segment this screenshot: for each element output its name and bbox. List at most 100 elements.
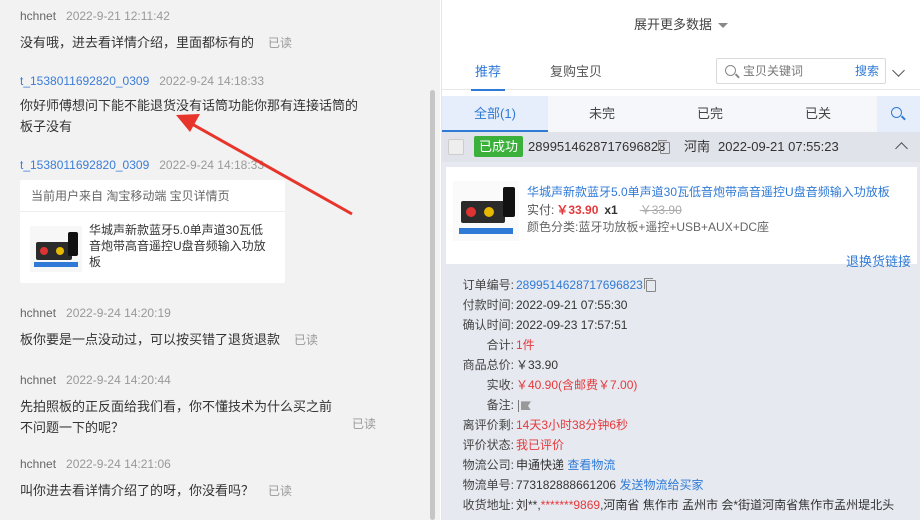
product-price: ￥33.90 [556, 203, 599, 217]
message-time: 2022-9-24 14:18:33 [159, 158, 265, 172]
detail-row: 物流公司: 申通快递 查看物流 [454, 455, 914, 475]
chat-message: t_1538011692820_0309 2022-9-24 14:18:33 [20, 157, 420, 173]
sender-name: hchnet [20, 457, 57, 471]
order-panel: 展开更多数据 推荐 复购宝贝 搜索 全部(1) 未完 已完 已关 已成功 289… [441, 0, 920, 520]
subtab-unfinished[interactable]: 未完 [548, 96, 656, 132]
order-details: 订单编号: 2899514628717696823 付款时间: 2022-09-21… [454, 275, 914, 515]
order-search-button[interactable] [877, 96, 920, 132]
read-status: 已读 [294, 333, 319, 347]
expand-label: 展开更多数据 [633, 17, 712, 32]
search-icon [891, 107, 902, 118]
message-text: 没有哦，进去看详情介绍，里面都标有的 [20, 35, 255, 50]
tab-repurchase[interactable]: 复购宝贝 [550, 54, 602, 90]
sender-name[interactable]: t_1538011692820_0309 [20, 158, 149, 172]
detail-row: 物流单号: 773182888661206 发送物流给买家 [454, 475, 914, 495]
product-spec: 颜色分类:蓝牙功放板+遥控+USB+AUX+DC座 [527, 220, 770, 234]
chat-scrollbar[interactable] [430, 90, 435, 520]
amount-received: ￥40.90(含邮费￥7.00) [516, 378, 638, 392]
product-qty: x1 [604, 203, 618, 217]
product-share-card[interactable]: 当前用户来自 淘宝移动端 宝贝详情页 华城声新款蓝牙5.0单声道30瓦低音炮带高… [20, 180, 285, 283]
search-input[interactable] [743, 62, 823, 80]
search-button[interactable]: 搜索 [855, 59, 879, 83]
order-body: 华城声新款蓝牙5.0单声道30瓦低音炮带高音遥控U盘音频输入功放板 实付: ￥33… [442, 162, 920, 520]
product-image[interactable] [453, 181, 519, 241]
detail-row: 离评价剩: 14天3小时38分钟6秒 [454, 415, 914, 435]
read-status: 已读 [268, 484, 293, 498]
expand-more-button[interactable]: 展开更多数据 [442, 0, 920, 50]
refund-link[interactable]: 退换货链接 [846, 251, 911, 270]
copy-icon[interactable] [658, 140, 670, 154]
paid-label: 实付: [527, 203, 555, 217]
subtab-closed[interactable]: 已关 [764, 96, 872, 132]
product-item: 华城声新款蓝牙5.0单声道30瓦低音炮带高音遥控U盘音频输入功放板 实付: ￥33… [446, 167, 917, 269]
sender-name[interactable]: t_1538011692820_0309 [20, 74, 149, 88]
copy-icon[interactable] [644, 277, 657, 292]
message-text: 叫你进去看详情介绍了的呀，你没看吗？ [20, 483, 255, 498]
tab-recommend[interactable]: 推荐 [470, 54, 506, 91]
message-time: 2022-9-24 14:18:33 [159, 74, 265, 88]
order-filter-tabs: 全部(1) 未完 已完 已关 [442, 96, 920, 132]
detail-label: 确认时间: [462, 318, 514, 332]
detail-label: 实收: [486, 378, 514, 392]
order-checkbox[interactable] [448, 139, 464, 155]
logistics-company: 申通快递 [516, 458, 565, 472]
card-product-title: 华城声新款蓝牙5.0单声道30瓦低音炮带高音遥控U盘音频输入功放板 [89, 223, 266, 269]
detail-label: 离评价剩: [462, 418, 514, 432]
detail-row: 收货地址: 刘**,*******9869,河南省 焦作市 孟州市 会*街道河南省… [454, 495, 914, 515]
message-time: 2022-9-21 12:11:42 [66, 9, 170, 23]
review-countdown: 14天3小时38分钟6秒 [516, 418, 629, 432]
send-logistics-link[interactable]: 发送物流给买家 [619, 478, 703, 492]
detail-row: 备注: [454, 395, 914, 415]
product-thumbnail [30, 226, 82, 272]
detail-label: 评价状态: [462, 438, 514, 452]
order-number[interactable]: 2899514628717696823 [516, 278, 643, 292]
detail-row: 商品总价: ￥33.90 [454, 355, 914, 375]
message-text: 先拍照板的正反面给我们看，你不懂技术为什么买之前不问题一下的呢？ [20, 399, 333, 435]
detail-label: 收货地址: [462, 498, 514, 512]
detail-label: 合计: [486, 338, 514, 352]
subtab-finished[interactable]: 已完 [656, 96, 764, 132]
detail-label: 付款时间: [462, 298, 514, 312]
order-time: 2022-09-21 07:55:23 [718, 139, 839, 154]
detail-row: 评价状态: 我已评价 [454, 435, 914, 455]
order-header: 已成功 2899514628717696823 河南 2022-09-21 07… [442, 132, 920, 162]
message-time: 2022-9-24 14:20:19 [66, 306, 171, 320]
receiver-address: ,河南省 焦作市 孟州市 会*街道河南省焦作市孟州堤北头 [600, 498, 895, 512]
message-time: 2022-9-24 14:21:06 [66, 457, 171, 471]
chat-message: hchnet 2022-9-24 14:20:19 板你要是一点没动过，可以按买错… [20, 305, 420, 351]
card-source: 当前用户来自 淘宝移动端 宝贝详情页 [20, 180, 285, 212]
status-badge: 已成功 [474, 136, 524, 157]
chevron-up-icon[interactable] [895, 142, 908, 155]
detail-row: 订单编号: 2899514628717696823 [454, 275, 914, 295]
sender-name: hchnet [20, 373, 57, 387]
detail-row: 付款时间: 2022-09-21 07:55:30 [454, 295, 914, 315]
pay-time: 2022-09-21 07:55:30 [516, 298, 628, 312]
detail-label: 备注: [486, 398, 514, 412]
receiver-phone: *******9869 [540, 498, 601, 512]
detail-label: 商品总价: [462, 358, 514, 372]
order-id: 2899514628717696823 [528, 139, 666, 154]
goods-total: ￥33.90 [516, 358, 559, 372]
detail-row: 确认时间: 2022-09-23 17:57:51 [454, 315, 914, 335]
chat-message: t_1538011692820_0309 2022-9-24 14:18:33 你… [20, 73, 420, 137]
subtab-all[interactable]: 全部(1) [442, 96, 548, 132]
chat-message: hchnet 2022-9-24 14:21:06 叫你进去看详情介绍了的呀，你没… [20, 456, 420, 502]
order-region: 河南 [684, 139, 711, 154]
product-title-link[interactable]: 华城声新款蓝牙5.0单声道30瓦低音炮带高音遥控U盘音频输入功放板 [527, 183, 890, 200]
chat-message: hchnet 2022-9-21 12:11:42 没有哦，进去看详情介绍，里面都… [20, 8, 420, 54]
tracking-number: 773182888661206 [516, 478, 617, 492]
original-price: ￥33.90 [639, 203, 682, 217]
detail-label: 订单编号: [462, 278, 514, 292]
flag-icon[interactable] [518, 399, 519, 412]
chevron-down-icon[interactable] [892, 64, 905, 77]
sender-name: hchnet [20, 306, 57, 320]
detail-label: 物流公司: [462, 458, 514, 472]
product-search: 搜索 [716, 58, 886, 84]
message-text: 你好师傅想问下能不能退货没有话筒功能你那有连接话筒的板子没有 [20, 98, 359, 134]
panel-tabs: 推荐 复购宝贝 搜索 [442, 54, 920, 91]
view-logistics-link[interactable]: 查看物流 [567, 458, 615, 472]
product-price-line: 实付: ￥33.90 x1 ￥33.90 [527, 201, 682, 218]
item-count: 1件 [516, 338, 535, 352]
flag-icon[interactable] [521, 401, 531, 411]
search-icon [725, 65, 736, 76]
